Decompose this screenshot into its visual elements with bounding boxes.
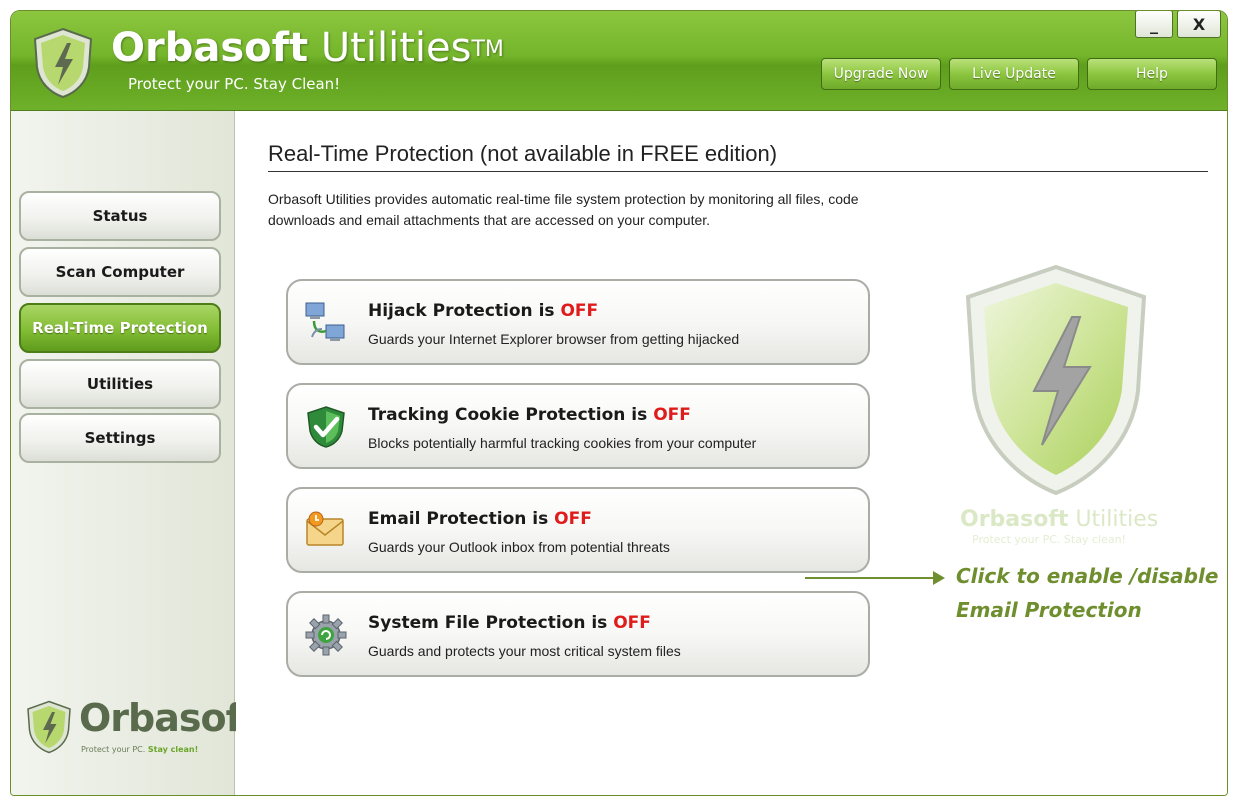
app-title-bold: Orbasoft — [111, 25, 309, 71]
card-description: Guards your Outlook inbox from potential… — [368, 539, 670, 555]
status-badge: OFF — [653, 405, 691, 425]
card-title: System File Protection is OFF — [368, 613, 651, 633]
minimize-button[interactable]: _ — [1135, 11, 1173, 38]
shield-lightning-icon — [27, 700, 71, 754]
sidebar-item-real-time-protection[interactable]: Real-Time Protection — [19, 303, 221, 353]
upgrade-now-button[interactable]: Upgrade Now — [821, 58, 941, 90]
main-panel: Real-Time Protection (not available in F… — [236, 111, 1227, 795]
watermark-tagline: Protect your PC. Stay clean! — [972, 533, 1126, 546]
window-controls: _ X — [1135, 11, 1221, 38]
envelope-icon — [306, 511, 344, 546]
status-badge: OFF — [554, 509, 592, 529]
shield-check-icon — [307, 406, 345, 448]
card-title-text: System File Protection is — [368, 613, 608, 633]
email-protection-card[interactable]: Email Protection is OFF Guards your Outl… — [286, 487, 870, 573]
card-title-text: Tracking Cookie Protection is — [368, 405, 648, 425]
sidebar: Status Scan Computer Real-Time Protectio… — [11, 111, 259, 795]
shield-lightning-icon — [965, 264, 1147, 496]
sidebar-item-settings[interactable]: Settings — [19, 413, 221, 463]
hijack-protection-card[interactable]: Hijack Protection is OFF Guards your Int… — [286, 279, 870, 365]
app-title: Orbasoft UtilitiesTM — [111, 25, 504, 71]
page-title: Real-Time Protection (not available in F… — [268, 141, 778, 166]
shield-lightning-icon — [33, 27, 93, 99]
card-title-text: Email Protection is — [368, 509, 549, 529]
system-file-protection-card[interactable]: System File Protection is OFF Guards and… — [286, 591, 870, 677]
sidebar-logo-tag-plain: Protect your PC. — [81, 745, 146, 754]
status-badge: OFF — [560, 301, 599, 321]
sidebar-logo-text: Orbasoft — [79, 696, 259, 740]
title-divider — [268, 171, 1208, 172]
callout-annotation: Click to enable /disable Email Protectio… — [956, 564, 1219, 622]
app-tagline: Protect your PC. Stay Clean! — [128, 75, 341, 93]
callout-arrow-head — [933, 571, 945, 585]
card-title: Tracking Cookie Protection is OFF — [368, 405, 691, 425]
close-button[interactable]: X — [1177, 11, 1221, 38]
toolbar: Upgrade Now Live Update Help — [821, 58, 1217, 90]
card-title-text: Hijack Protection is — [368, 301, 555, 321]
sidebar-logo: Orbasoft Protect your PC. Stay clean! — [25, 696, 259, 766]
help-button[interactable]: Help — [1087, 58, 1217, 90]
sidebar-item-scan-computer[interactable]: Scan Computer — [19, 247, 221, 297]
gear-icon — [305, 614, 347, 656]
sidebar-logo-tag-bold: Stay clean! — [147, 745, 199, 754]
intro-text: Orbasoft Utilities provides automatic re… — [268, 191, 859, 228]
card-title: Email Protection is OFF — [368, 509, 592, 529]
title-bar: Orbasoft UtilitiesTM Protect your PC. St… — [11, 11, 1227, 111]
network-computers-icon — [305, 302, 345, 341]
app-window: Orbasoft UtilitiesTM Protect your PC. St… — [10, 10, 1228, 796]
trademark-mark: TM — [471, 37, 504, 62]
card-description: Guards your Internet Explorer browser fr… — [368, 331, 740, 347]
watermark-title-bold: Orbasoft — [960, 507, 1069, 532]
sidebar-item-utilities[interactable]: Utilities — [19, 359, 221, 409]
watermark-title: Orbasoft Utilities — [960, 507, 1158, 532]
callout-arrow-line — [805, 577, 935, 579]
app-title-rest: Utilities — [320, 25, 472, 71]
card-description: Guards and protects your most critical s… — [368, 643, 681, 659]
status-badge: OFF — [613, 613, 651, 633]
card-description: Blocks potentially harmful tracking cook… — [368, 435, 757, 451]
live-update-button[interactable]: Live Update — [949, 58, 1079, 90]
sidebar-item-status[interactable]: Status — [19, 191, 221, 241]
sidebar-logo-tagline: Protect your PC. Stay clean! — [81, 745, 198, 754]
tracking-cookie-protection-card[interactable]: Tracking Cookie Protection is OFF Blocks… — [286, 383, 870, 469]
watermark-title-rest: Utilities — [1075, 507, 1159, 532]
card-title: Hijack Protection is OFF — [368, 301, 598, 321]
